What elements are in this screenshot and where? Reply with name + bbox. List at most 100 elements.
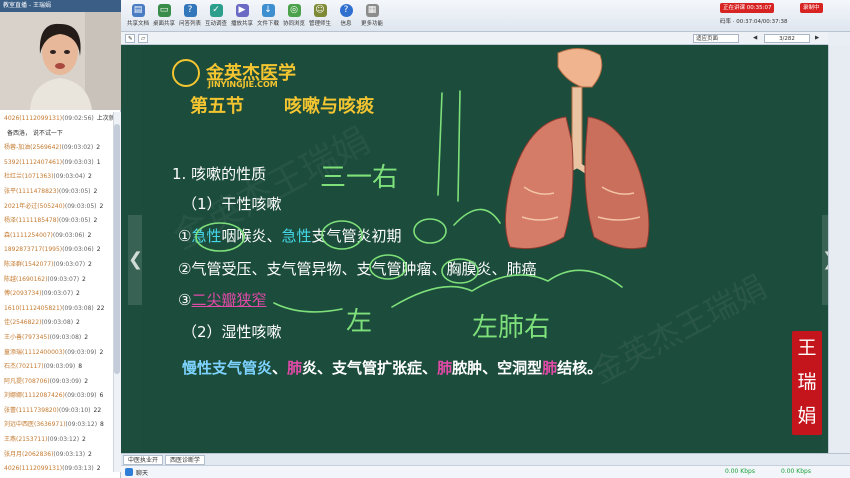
chat-message: 4026(1112099131)(09:02:56)上次就解出 bbox=[0, 112, 113, 127]
chat-message: 森(1111254007)(09:03:06) 2 bbox=[0, 229, 113, 244]
session-status: 码率 · 00:37:04/00:37:38 bbox=[720, 19, 788, 25]
chat-text: 6 bbox=[99, 392, 104, 400]
chat-log: 4026(1112099131)(09:02:56)上次就解出备西洛， 说不试一… bbox=[0, 112, 113, 472]
chat-time: (09:03:06) bbox=[62, 246, 94, 254]
chat-user: 张蕾(1111739820) bbox=[4, 406, 59, 414]
chat-text: 22 bbox=[93, 406, 102, 414]
chat-user: 刘娜娜(1112087426) bbox=[4, 392, 65, 400]
chat-message: 刘娜娜(1112087426)(09:03:09) 6 bbox=[0, 389, 113, 404]
chat-text: 2 bbox=[96, 144, 101, 152]
chat-user: 杜红兰(1071363) bbox=[4, 173, 54, 181]
chat-message: 1610(1112405821)(09:03:08) 22 bbox=[0, 302, 113, 317]
chat-user: 阿凡提(708706) bbox=[4, 377, 50, 385]
chat-user: 傅(2093734) bbox=[4, 290, 42, 298]
chat-user: 陈越(1690162) bbox=[4, 275, 48, 283]
zoom-select[interactable]: 适应页面 bbox=[693, 34, 739, 43]
chat-user: 1610(1112405821) bbox=[4, 304, 63, 312]
chat-text: 2 bbox=[76, 319, 80, 327]
chat-message: 佳(2546822)(09:03:08) 2 bbox=[0, 316, 113, 331]
chat-user: 森(1111254007) bbox=[4, 231, 53, 239]
chat-text: 2 bbox=[88, 260, 92, 268]
chat-time: (09:03:07) bbox=[47, 275, 80, 283]
chat-user: 2021年必过(505240) bbox=[4, 202, 65, 210]
chat-user: 石杰(702117) bbox=[4, 363, 44, 371]
chat-time: (09:03:08) bbox=[41, 319, 74, 327]
lecture-timer-button[interactable]: 正在讲课 00:35:07 bbox=[720, 3, 775, 13]
chat-toggle[interactable]: 聊天 bbox=[136, 468, 148, 477]
info-icon: ? bbox=[339, 4, 353, 17]
chat-message: 王燕(2153711)(09:03:12) 2 bbox=[0, 433, 113, 448]
chat-message: 1892873717(1995)(09:03:06) 2 bbox=[0, 243, 113, 258]
chat-time: (09:03:05) bbox=[64, 202, 97, 210]
chat-user: 陈泽群(1542077) bbox=[4, 260, 54, 268]
left-panel: 教室直播 - 王瑞娟 4026(1112099131)(09:02:56) 上次就… bbox=[0, 0, 121, 478]
next-page-icon[interactable]: ▶ bbox=[813, 34, 823, 43]
prev-slide-button[interactable]: ❮ bbox=[128, 215, 143, 305]
chat-message: 刘远中西医(3636971)(09:03:12) 8 bbox=[0, 418, 113, 433]
chat-text: 2 bbox=[84, 333, 89, 341]
chat-text: 2 bbox=[93, 217, 98, 225]
eraser-icon[interactable]: ▱ bbox=[138, 34, 148, 43]
more-button[interactable]: ▦ 更多功能 bbox=[357, 4, 387, 27]
pen-icon[interactable]: ✎ bbox=[125, 34, 135, 43]
chat-user: 5392(1112407461) bbox=[4, 158, 63, 166]
right-side-panel bbox=[828, 45, 850, 453]
record-button[interactable]: 录制中 bbox=[800, 3, 823, 13]
chat-text: 2 bbox=[82, 436, 86, 444]
chat-text: 2 bbox=[96, 465, 101, 472]
chat-message: 5392(1112407461)(09:03:03) 1 bbox=[0, 156, 113, 171]
chat-time: (09:03:02) bbox=[61, 144, 94, 152]
chat-time: (09:03:06) bbox=[52, 231, 85, 239]
chat-message: 杜红兰(1071363)(09:03:04) 2 bbox=[0, 170, 113, 185]
chat-message: 杨蓉-加油(2569642)(09:03:02) 2 bbox=[0, 141, 113, 156]
chat-time: (09:03:05) bbox=[58, 187, 91, 195]
slide-navbar: ✎ ▱ 适应页面 ◀ 3/282 ▶ bbox=[121, 32, 828, 45]
chat-user: 王小善(797345) bbox=[4, 333, 50, 341]
chat-user: 4026(1112099131) bbox=[4, 465, 63, 472]
classroom-app: 教室直播 - 王瑞娟 4026(1112099131)(09:02:56) 上次就… bbox=[0, 0, 850, 478]
chat-user: 杨泽(1111185478) bbox=[4, 217, 59, 225]
survey-icon: ✓ bbox=[209, 4, 223, 17]
chat-time: (09:03:09) bbox=[49, 377, 82, 385]
chat-user: 4026(1112099131) bbox=[4, 115, 63, 122]
chat-time: (09:03:08) bbox=[62, 304, 94, 312]
chat-message: 2021年必过(505240)(09:03:05) 2 bbox=[0, 200, 113, 215]
chat-time: (09:03:04) bbox=[53, 173, 86, 181]
chat-message: 张蕾(1111739820)(09:03:10) 22 bbox=[0, 404, 113, 419]
chat-time: (09:03:09) bbox=[64, 392, 97, 400]
seal-stamp: 王 瑞 娟 bbox=[792, 331, 822, 435]
chat-user: 张平(1111478823) bbox=[4, 187, 59, 195]
pen-strokes bbox=[195, 90, 623, 313]
chat-text: 上次就解出 bbox=[96, 115, 113, 122]
upload-speed: 0.00 Kbps bbox=[725, 468, 755, 475]
grid-icon: ▦ bbox=[365, 4, 379, 17]
chat-time: (09:03:07) bbox=[53, 260, 86, 268]
chat-user: 1892873717(1995) bbox=[4, 246, 63, 254]
chat-text: 1 bbox=[96, 158, 101, 166]
chat-text: 2 bbox=[76, 290, 80, 298]
chat-message: 傅(2093734)(09:03:07) 2 bbox=[0, 287, 113, 302]
chat-user: 童添瑞(1112400003) bbox=[4, 348, 65, 356]
doc-tab[interactable]: 中医执业开 bbox=[123, 455, 164, 465]
chat-message: 阿凡提(708706)(09:03:09) 2 bbox=[0, 375, 113, 390]
chat-time: (09:03:13) bbox=[62, 465, 94, 472]
chat-message: 陈泽群(1542077)(09:03:07) 2 bbox=[0, 258, 113, 273]
teacher-video bbox=[0, 12, 121, 110]
download-icon: ↓ bbox=[261, 4, 275, 17]
page-input[interactable]: 3/282 bbox=[764, 34, 810, 43]
chat-text: 2 bbox=[87, 231, 92, 239]
teacher-portrait bbox=[0, 12, 121, 110]
room-tab[interactable]: 教室直播 - 王瑞娟 bbox=[0, 0, 121, 12]
chat-text: 8 bbox=[100, 421, 104, 429]
document-icon: ▤ bbox=[131, 4, 145, 17]
chat-text: 备西洛， 说不试一下 bbox=[7, 129, 63, 137]
chat-user: 刘远中西医(3636971) bbox=[4, 421, 66, 429]
prev-page-icon[interactable]: ◀ bbox=[751, 34, 761, 43]
chat-scroll-thumb[interactable] bbox=[114, 124, 120, 374]
doc-tab[interactable]: 西医诊断学 bbox=[165, 455, 206, 465]
chat-text: 22 bbox=[96, 304, 105, 312]
status-bar: 聊天 0.00 Kbps 0.00 Kbps bbox=[121, 465, 850, 478]
download-speed: 0.00 Kbps bbox=[781, 468, 811, 475]
chat-text: 2 bbox=[82, 275, 86, 283]
chat-message: 陈越(1690162)(09:03:07) 2 bbox=[0, 273, 113, 288]
